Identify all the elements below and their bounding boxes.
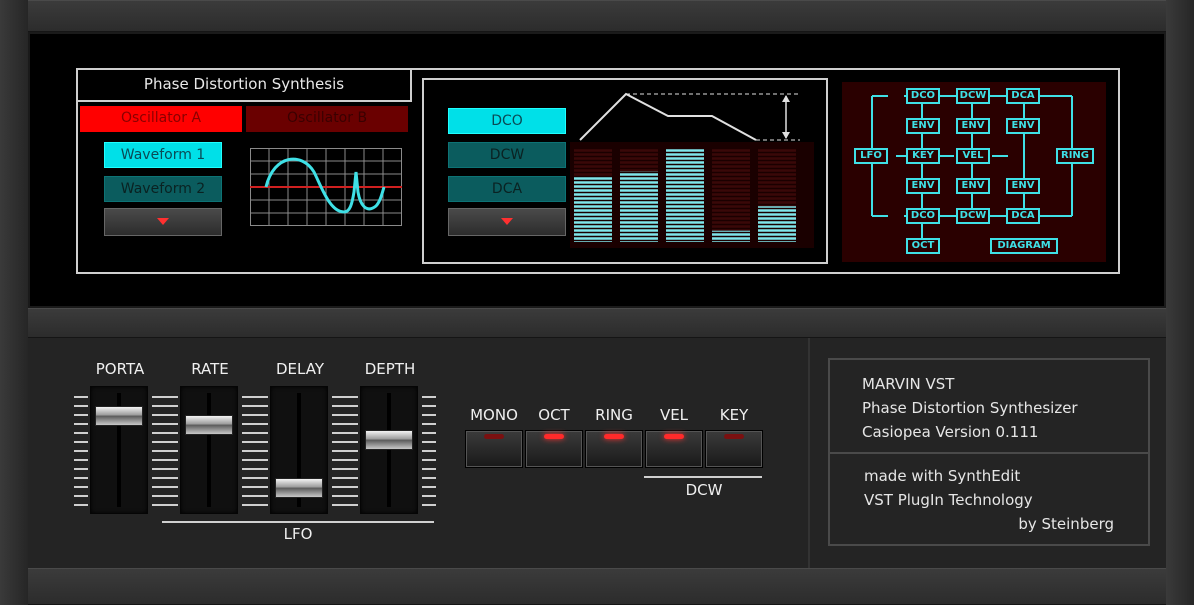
info-box: MARVIN VST Phase Distortion Synthesizer … xyxy=(828,358,1150,546)
tab-oscillator-a[interactable]: Oscillator A xyxy=(80,106,242,132)
slider-knob[interactable] xyxy=(95,406,143,427)
diagram-wires xyxy=(871,95,1073,238)
diagram-env-1[interactable]: ENV xyxy=(906,118,940,134)
diagram-diagram[interactable]: DIAGRAM xyxy=(990,238,1058,254)
control-panel: PORTA RATE DELAY DEPTH LFO MONO OCT RING VEL KE… xyxy=(28,338,1166,568)
switch-vel[interactable] xyxy=(646,431,702,467)
slider-ticks xyxy=(422,396,436,506)
slider-ticks xyxy=(74,396,88,506)
tab-oscillator-b[interactable]: Oscillator B xyxy=(246,106,408,132)
waveform-2-button[interactable]: Waveform 2 xyxy=(104,176,222,202)
led-indicator xyxy=(484,434,504,439)
switch-label-0: MONO xyxy=(470,406,518,424)
chevron-down-icon xyxy=(157,218,169,225)
led-indicator xyxy=(724,434,744,439)
credit-synthedit: made with SynthEdit xyxy=(864,467,1021,485)
diagram-vel[interactable]: VEL xyxy=(956,148,990,164)
slider-delay[interactable] xyxy=(270,386,328,514)
waveform-1-button[interactable]: Waveform 1 xyxy=(104,142,222,168)
switch-label-3: VEL xyxy=(659,406,689,424)
credit-vst: VST PlugIn Technology xyxy=(864,491,1033,509)
slider-porta[interactable] xyxy=(90,386,148,514)
slider-depth[interactable] xyxy=(360,386,418,514)
diagram-dco-bottom[interactable]: DCO xyxy=(906,208,940,224)
waveform-dropdown[interactable] xyxy=(104,208,222,236)
info-top: MARVIN VST Phase Distortion Synthesizer … xyxy=(862,372,1078,444)
product-version: Casiopea Version 0.111 xyxy=(862,423,1039,441)
dcw-label: DCW xyxy=(685,481,723,499)
diagram-dco-top[interactable]: DCO xyxy=(906,88,940,104)
slider-ticks xyxy=(164,396,178,506)
envelope-bar[interactable] xyxy=(620,171,658,243)
diagram-dca-bottom[interactable]: DCA xyxy=(1006,208,1040,224)
switch-ring[interactable] xyxy=(586,431,642,467)
panel-divider xyxy=(808,338,810,568)
slider-knob[interactable] xyxy=(275,477,323,498)
dco-button[interactable]: DCO xyxy=(448,108,566,134)
display-panel: Phase Distortion Synthesis Oscillator A … xyxy=(28,32,1166,308)
diagram-env-2[interactable]: ENV xyxy=(956,118,990,134)
diagram-key[interactable]: KEY xyxy=(906,148,940,164)
diagram-dca-top[interactable]: DCA xyxy=(1006,88,1040,104)
bottom-strip xyxy=(28,568,1166,605)
diagram-ring[interactable]: RING xyxy=(1056,148,1094,164)
lfo-bracket xyxy=(162,521,434,523)
credit-steinberg: by Steinberg xyxy=(1018,515,1114,533)
diagram-dcw-top[interactable]: DCW xyxy=(956,88,990,104)
info-bottom: made with SynthEdit VST PlugIn Technolog… xyxy=(864,464,1114,536)
dca-button[interactable]: DCA xyxy=(448,176,566,202)
diagram-lfo[interactable]: LFO xyxy=(854,148,888,164)
diagram-env-5[interactable]: ENV xyxy=(956,178,990,194)
middle-strip xyxy=(28,308,1166,338)
slider-groove xyxy=(207,393,211,507)
slider-label-0: PORTA xyxy=(95,360,145,378)
diagram-oct[interactable]: OCT xyxy=(906,238,940,254)
envelope-shape xyxy=(576,88,810,144)
diagram-dcw-bottom[interactable]: DCW xyxy=(956,208,990,224)
slider-ticks xyxy=(344,396,358,506)
product-description: Phase Distortion Synthesizer xyxy=(862,399,1078,417)
led-indicator xyxy=(664,434,684,439)
switch-key[interactable] xyxy=(706,431,762,467)
section-dropdown[interactable] xyxy=(448,208,566,236)
led-indicator xyxy=(544,434,564,439)
slider-ticks xyxy=(254,396,268,506)
slider-label-2: DELAY xyxy=(276,360,324,378)
routing-diagram: DCO DCW DCA ENV ENV ENV LFO KEY VEL RING… xyxy=(842,82,1106,262)
switch-oct[interactable] xyxy=(526,431,582,467)
page-title: Phase Distortion Synthesis xyxy=(76,68,412,102)
envelope-levels xyxy=(570,142,814,248)
right-rail xyxy=(1166,0,1194,605)
diagram-env-6[interactable]: ENV xyxy=(1006,178,1040,194)
left-rail xyxy=(0,0,28,605)
waveform-graph xyxy=(250,148,402,226)
switch-label-4: KEY xyxy=(719,406,749,424)
top-strip xyxy=(28,0,1166,32)
dcw-bracket xyxy=(644,476,762,478)
slider-label-1: RATE xyxy=(191,360,229,378)
lfo-label: LFO xyxy=(283,525,313,543)
slider-knob[interactable] xyxy=(365,429,413,450)
led-indicator xyxy=(604,434,624,439)
switch-label-2: RING xyxy=(595,406,633,424)
dcw-button[interactable]: DCW xyxy=(448,142,566,168)
chevron-down-icon xyxy=(501,218,513,225)
envelope-levels-graph xyxy=(570,147,814,243)
switch-label-1: OCT xyxy=(538,406,570,424)
info-divider xyxy=(830,452,1148,454)
envelope-shape-graph xyxy=(579,92,800,141)
diagram-env-4[interactable]: ENV xyxy=(906,178,940,194)
slider-label-3: DEPTH xyxy=(364,360,416,378)
slider-groove xyxy=(387,393,391,507)
slider-rate[interactable] xyxy=(180,386,238,514)
slider-knob[interactable] xyxy=(185,415,233,436)
product-name: MARVIN VST xyxy=(862,375,955,393)
switch-mono[interactable] xyxy=(466,431,522,467)
waveform-display xyxy=(250,148,402,226)
diagram-env-3[interactable]: ENV xyxy=(1006,118,1040,134)
